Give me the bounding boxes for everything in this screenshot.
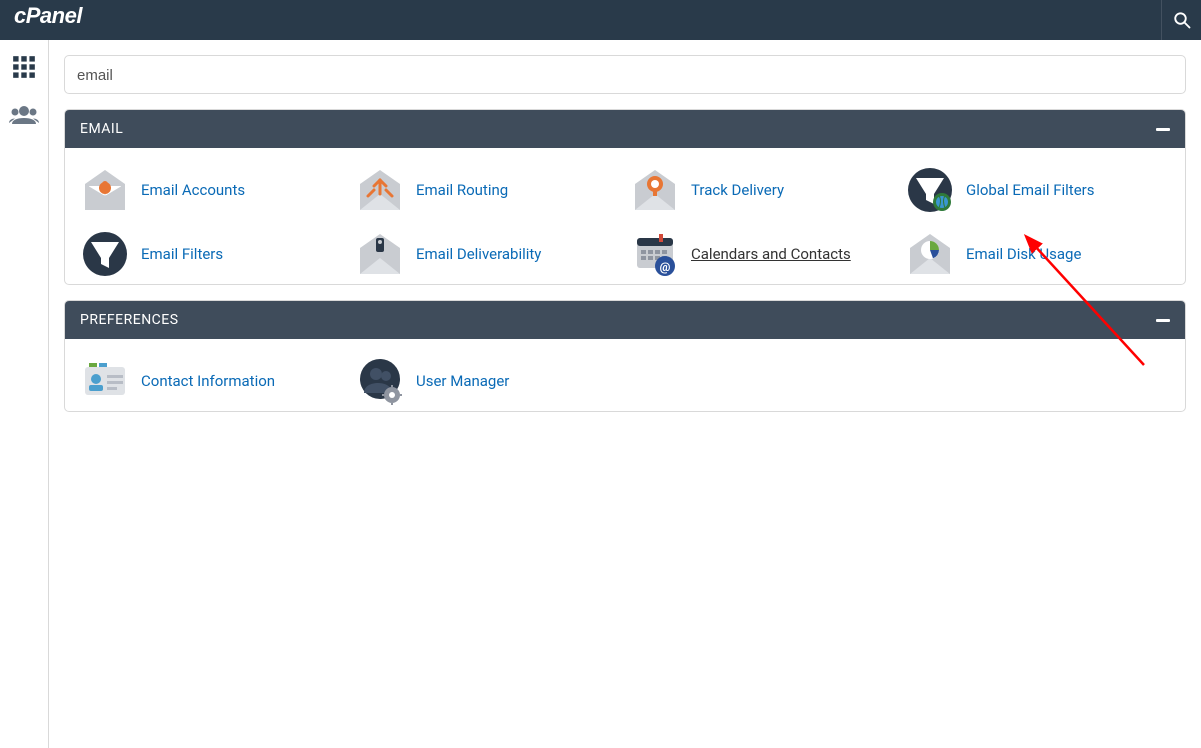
svg-text:@: @ <box>660 260 671 274</box>
track-delivery-icon <box>631 166 679 214</box>
panel-title: EMAIL <box>80 121 123 137</box>
users-icon <box>9 104 39 126</box>
search-input[interactable] <box>77 67 1173 84</box>
item-global-email-filters[interactable]: Global Email Filters <box>906 164 1169 216</box>
main-content: EMAIL Email Accounts <box>49 40 1201 748</box>
item-email-filters[interactable]: Email Filters <box>81 228 344 280</box>
top-search-button[interactable] <box>1161 0 1201 40</box>
item-label: Email Filters <box>141 245 223 263</box>
collapse-icon <box>1156 319 1170 322</box>
panel-body-email: Email Accounts Email Routing <box>65 148 1185 284</box>
search-icon <box>1173 11 1191 29</box>
item-label: User Manager <box>416 372 509 390</box>
left-rail <box>0 40 49 748</box>
item-label: Calendars and Contacts <box>691 245 851 263</box>
panel-header-email[interactable]: EMAIL <box>65 110 1185 148</box>
collapse-icon <box>1156 128 1170 131</box>
item-label: Track Delivery <box>691 181 784 199</box>
calendar-contacts-icon: @ <box>631 230 679 278</box>
global-filter-icon <box>906 166 954 214</box>
filter-icon <box>81 230 129 278</box>
item-email-accounts[interactable]: Email Accounts <box>81 164 344 216</box>
panel-preferences: PREFERENCES Contact Information <box>64 300 1186 412</box>
item-email-deliverability[interactable]: Email Deliverability <box>356 228 619 280</box>
panel-title: PREFERENCES <box>80 312 179 328</box>
item-user-manager[interactable]: User Manager <box>356 355 619 407</box>
panel-body-preferences: Contact Information User Manager <box>65 339 1185 411</box>
panel-header-preferences[interactable]: PREFERENCES <box>65 301 1185 339</box>
item-track-delivery[interactable]: Track Delivery <box>631 164 894 216</box>
grid-icon <box>11 54 37 80</box>
brand-logo: cPanel <box>14 6 110 34</box>
item-email-disk-usage[interactable]: Email Disk Usage <box>906 228 1169 280</box>
item-contact-information[interactable]: Contact Information <box>81 355 344 407</box>
item-email-routing[interactable]: Email Routing <box>356 164 619 216</box>
rail-apps-button[interactable] <box>11 54 37 84</box>
item-calendars-contacts[interactable]: @ Calendars and Contacts <box>631 228 894 280</box>
contact-card-icon <box>81 357 129 405</box>
deliverability-icon <box>356 230 404 278</box>
topbar: cPanel <box>0 0 1201 40</box>
item-label: Global Email Filters <box>966 181 1095 199</box>
item-label: Email Routing <box>416 181 508 199</box>
routing-icon <box>356 166 404 214</box>
panel-email: EMAIL Email Accounts <box>64 109 1186 285</box>
item-label: Contact Information <box>141 372 275 390</box>
item-label: Email Accounts <box>141 181 245 199</box>
item-label: Email Disk Usage <box>966 245 1081 263</box>
disk-usage-icon <box>906 230 954 278</box>
rail-users-button[interactable] <box>9 104 39 130</box>
item-label: Email Deliverability <box>416 245 541 263</box>
envelope-open-icon <box>81 166 129 214</box>
svg-text:cPanel: cPanel <box>14 6 83 28</box>
user-manager-icon <box>356 357 404 405</box>
search-wrapper <box>64 55 1186 94</box>
